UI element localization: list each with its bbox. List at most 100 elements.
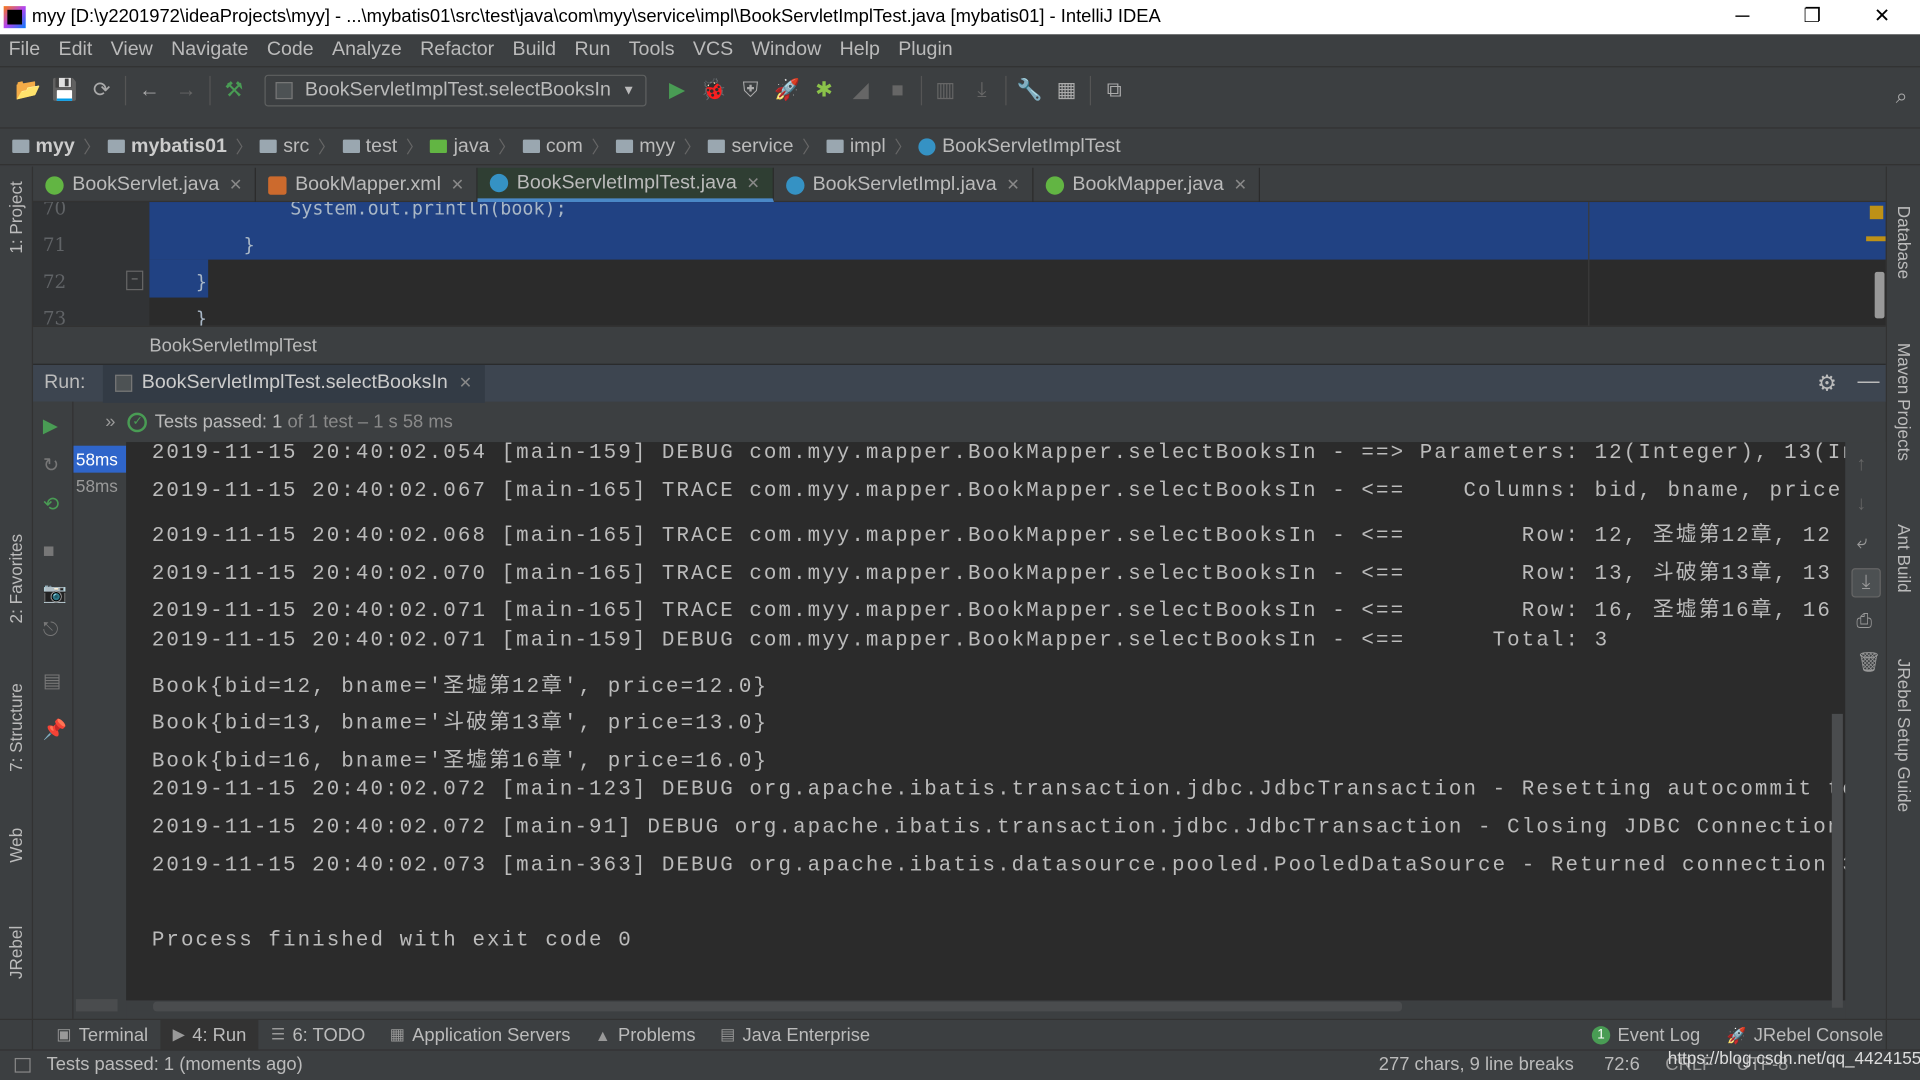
sync-icon[interactable]: ⟳ <box>83 75 120 107</box>
console-horizontal-scrollbar[interactable] <box>153 1001 1403 1012</box>
tool-structure[interactable]: 7: Structure <box>6 683 26 772</box>
toggle-tool-windows-icon[interactable] <box>14 1057 31 1073</box>
caret-position[interactable]: 72:6 <box>1604 1051 1640 1080</box>
menu-file[interactable]: File <box>9 39 41 61</box>
console-vertical-scrollbar[interactable] <box>1831 713 1843 1008</box>
forward-icon[interactable]: → <box>168 75 205 107</box>
search-everywhere-icon[interactable]: ⌕ <box>1883 81 1920 113</box>
exit-icon[interactable]: ⎋ <box>43 620 58 642</box>
up-arrow-icon[interactable]: ↑ <box>1856 454 1866 476</box>
jrebel-debug-icon[interactable]: ✱ <box>806 75 843 107</box>
down-arrow-icon[interactable]: ↓ <box>1856 493 1866 515</box>
bottom-tab-application-servers[interactable]: ▦ Application Servers <box>378 1019 583 1050</box>
tab-bookservlet-java[interactable]: BookServlet.java ✕ <box>33 167 256 203</box>
close-tab-icon[interactable]: ✕ <box>747 173 760 193</box>
project-structure-icon[interactable]: ▦ <box>1048 75 1085 107</box>
tab-bookmapper-xml[interactable]: BookMapper.xml ✕ <box>256 167 478 203</box>
layout-icon[interactable]: ▤ <box>43 669 62 693</box>
rerun-icon[interactable]: ▶ <box>43 414 58 438</box>
menu-window[interactable]: Window <box>752 39 822 61</box>
tool-maven-projects[interactable]: Maven Projects <box>1894 343 1914 461</box>
close-button[interactable]: ✕ <box>1854 0 1910 34</box>
menu-analyze[interactable]: Analyze <box>332 39 402 61</box>
menu-navigate[interactable]: Navigate <box>171 39 248 61</box>
gear-icon[interactable]: ⚙ <box>1817 371 1837 397</box>
menu-build[interactable]: Build <box>513 39 557 61</box>
build-hammer-icon[interactable]: ⚒ <box>216 75 253 107</box>
tool-jrebel-setup-guide[interactable]: JRebel Setup Guide <box>1894 659 1914 812</box>
bottom-tab-problems[interactable]: ▲ Problems <box>583 1019 708 1050</box>
camera-icon[interactable]: 📷 <box>43 580 67 604</box>
bottom-tab-todo[interactable]: ☰ 6: TODO <box>259 1019 378 1050</box>
pin-icon[interactable]: 📌 <box>43 718 67 742</box>
breadcrumb-class[interactable]: BookServletImplTest <box>918 135 1121 157</box>
editor-breadcrumb[interactable]: BookServletImplTest <box>33 325 1886 364</box>
close-tab-icon[interactable]: ✕ <box>229 175 242 195</box>
hide-icon[interactable]: — <box>1858 369 1880 395</box>
expand-icon[interactable]: » <box>105 411 115 432</box>
open-folder-icon[interactable]: 📂 <box>10 75 47 107</box>
menu-code[interactable]: Code <box>267 39 314 61</box>
close-tab-icon[interactable]: ✕ <box>1006 175 1019 195</box>
tool-jrebel[interactable]: JRebel <box>6 926 26 979</box>
run-tab[interactable]: BookServletImplTest.selectBooksIn ✕ <box>102 364 485 403</box>
code-editor[interactable]: 70 71 72 73 − System.out.println(book); … <box>33 202 1886 326</box>
tab-bookservletimpltest-java[interactable]: BookServletImplTest.java ✕ <box>477 167 774 203</box>
test-node-selected[interactable]: 58ms <box>73 445 127 473</box>
toggle-auto-test-icon[interactable]: ⟲ <box>43 492 59 516</box>
breadcrumb-src[interactable]: src 〉 <box>259 134 335 158</box>
bottom-tab-terminal[interactable]: ▣ Terminal <box>44 1019 160 1050</box>
menu-vcs[interactable]: VCS <box>693 39 733 61</box>
console-output[interactable]: 2019-11-15 20:40:02.054 [main-159] DEBUG… <box>126 442 1846 1001</box>
rerun-failed-icon[interactable]: ↻ <box>43 453 59 477</box>
menu-help[interactable]: Help <box>840 39 880 61</box>
tool-ant-build[interactable]: Ant Build <box>1894 524 1914 593</box>
bottom-tab-java-enterprise[interactable]: ▤ Java Enterprise <box>708 1019 883 1050</box>
coverage-icon[interactable]: ⛨ <box>732 75 769 107</box>
close-tab-icon[interactable]: ✕ <box>451 175 464 195</box>
menu-refactor[interactable]: Refactor <box>420 39 494 61</box>
breadcrumb-java[interactable]: java 〉 <box>430 134 515 158</box>
jrebel-run-icon[interactable]: 🚀 <box>769 75 806 107</box>
menu-plugin[interactable]: Plugin <box>898 39 952 61</box>
settings-wrench-icon[interactable]: 🔧 <box>1011 75 1048 107</box>
breadcrumb-test[interactable]: test 〉 <box>342 134 423 158</box>
status-message[interactable]: Tests passed: 1 (moments ago) <box>47 1051 303 1080</box>
tree-scrollbar[interactable] <box>75 999 118 1012</box>
menu-tools[interactable]: Tools <box>629 39 675 61</box>
editor-scrollbar[interactable] <box>1874 271 1885 319</box>
run-configuration-select[interactable]: BookServletImplTest.selectBooksIn ▼ <box>264 74 647 107</box>
sdk-icon[interactable]: ⧉ <box>1096 75 1133 107</box>
stop-icon[interactable]: ■ <box>879 75 916 107</box>
close-tab-icon[interactable]: ✕ <box>459 373 472 393</box>
profile-icon[interactable]: ◢ <box>842 75 879 107</box>
tab-bookservletimpl-java[interactable]: BookServletImpl.java ✕ <box>773 167 1034 203</box>
vcs-update-icon[interactable]: ▥ <box>927 75 964 107</box>
breadcrumb-com[interactable]: com 〉 <box>522 134 609 158</box>
scroll-to-end-icon[interactable]: ⤓ <box>1851 568 1881 598</box>
tool-favorites[interactable]: 2: Favorites <box>6 534 26 624</box>
breadcrumb-impl[interactable]: impl 〉 <box>826 134 911 158</box>
soft-wrap-icon[interactable]: ⤶ <box>1856 533 1867 555</box>
bottom-tab-run[interactable]: ▶ 4: Run <box>160 1019 259 1051</box>
breadcrumb-myy-package[interactable]: myy 〉 <box>615 134 701 158</box>
restore-button[interactable]: ❐ <box>1784 0 1840 34</box>
print-icon[interactable]: ⎙ <box>1856 611 1872 633</box>
run-icon[interactable]: ▶ <box>659 75 696 107</box>
close-tab-icon[interactable]: ✕ <box>1234 175 1247 195</box>
breadcrumb-myy[interactable]: myy 〉 <box>12 134 100 158</box>
breadcrumb-mybatis01[interactable]: mybatis01 〉 <box>107 134 253 158</box>
tool-project[interactable]: 1: Project <box>6 181 26 253</box>
trash-icon[interactable]: 🗑 <box>1856 650 1881 674</box>
test-node[interactable]: 58ms <box>76 476 118 496</box>
minimize-button[interactable]: ─ <box>1714 0 1770 34</box>
menu-view[interactable]: View <box>111 39 153 61</box>
menu-run[interactable]: Run <box>574 39 610 61</box>
vcs-commit-icon[interactable]: ⤓ <box>964 75 1001 107</box>
stop-icon[interactable]: ■ <box>43 541 55 563</box>
fold-icon[interactable]: − <box>126 270 144 291</box>
tool-web[interactable]: Web <box>6 828 26 863</box>
back-icon[interactable]: ← <box>131 75 168 107</box>
tab-bookmapper-java[interactable]: BookMapper.java ✕ <box>1033 167 1261 203</box>
menu-edit[interactable]: Edit <box>59 39 93 61</box>
